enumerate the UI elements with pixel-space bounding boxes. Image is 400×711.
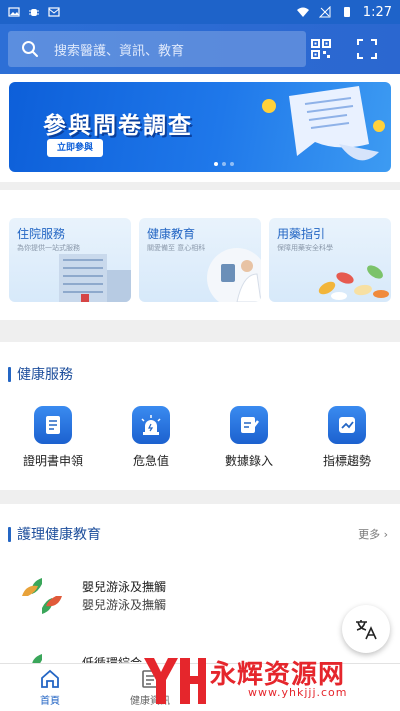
card-title: 用藥指引 [277, 227, 326, 241]
service-label: 數據錄入 [224, 454, 273, 468]
battery-icon [343, 7, 350, 17]
bug-notification-icon [29, 9, 39, 16]
card-title: 住院服務 [17, 227, 66, 241]
pager-dot [214, 162, 218, 166]
critical-value-button[interactable]: 危急值 [111, 406, 191, 469]
site-watermark: 永辉资源网 www.yhkjjj.com [140, 650, 400, 711]
status-time: 1:27 [362, 4, 392, 20]
service-label: 指標趨勢 [322, 454, 371, 468]
section-title-text: 健康服務 [17, 367, 73, 383]
section-marker [8, 366, 11, 382]
indicator-trend-button[interactable]: 指標趨勢 [307, 406, 387, 469]
survey-paper-illustration [262, 86, 385, 161]
service-label: 危急值 [132, 454, 169, 468]
banner-pager [214, 162, 234, 166]
home-icon [41, 669, 59, 688]
certificate-icon [34, 406, 72, 444]
pills-image [318, 265, 389, 300]
inpatient-service-card[interactable]: 住院服務 為你提供一站式服務 [9, 218, 131, 302]
chevron-right-icon: › [383, 528, 388, 541]
more-label: 更多 [358, 528, 381, 541]
medication-guide-card[interactable]: 用藥指引 保障用藥安全科學 [269, 218, 391, 302]
join-survey-button[interactable]: 立即參與 [47, 139, 104, 157]
wifi-icon [296, 7, 309, 17]
hospital-logo-icon [22, 578, 62, 614]
service-cards: 住院服務 為你提供一站式服務 健康教育 關愛備至 意心相科 用藥指引 保障用藥安… [0, 190, 400, 320]
card-title: 健康教育 [147, 227, 196, 241]
top-bar: 搜索醫護、資訊、教育 [0, 24, 400, 74]
section-title: 健康服務 [8, 364, 73, 384]
item-title: 嬰兒游泳及撫觸 [82, 580, 167, 594]
health-services-section: 健康服務 證明書申領 危急值 數據錄入 指標趨勢 [0, 342, 400, 490]
nursing-education-section: 護理健康教育 更多 › 嬰兒游泳及撫觸 嬰兒游泳及撫觸 低循環綜合 [0, 504, 400, 670]
search-input[interactable]: 搜索醫護、資訊、教育 [8, 31, 306, 67]
service-label: 證明書申領 [22, 454, 83, 468]
alarm-light-icon [132, 406, 170, 444]
banner-section: 參與問卷調查 立即參與 [0, 74, 400, 182]
tab-home[interactable]: 首頁 [10, 664, 90, 711]
pager-dot [230, 162, 234, 166]
health-education-card[interactable]: 健康教育 關愛備至 意心相科 [139, 218, 261, 302]
data-entry-button[interactable]: 數據錄入 [209, 406, 289, 469]
pager-dot [222, 162, 226, 166]
translate-button[interactable] [342, 605, 390, 653]
item-subtitle: 嬰兒游泳及撫觸 [82, 598, 167, 612]
translate-icon [356, 620, 377, 640]
section-title-text: 護理健康教育 [17, 527, 101, 543]
doctor-patient-image [207, 248, 261, 302]
tab-label: 首頁 [40, 696, 60, 707]
survey-banner[interactable]: 參與問卷調查 立即參與 [9, 82, 391, 172]
hospital-building-image [59, 254, 131, 302]
search-placeholder: 搜索醫護、資訊、教育 [54, 43, 185, 59]
mail-notification-icon [48, 7, 60, 17]
section-title: 護理健康教育 [8, 524, 101, 544]
qr-code-icon[interactable] [310, 38, 332, 60]
certificate-application-button[interactable]: 證明書申領 [13, 406, 93, 469]
more-link[interactable]: 更多 › [358, 526, 388, 542]
section-marker [8, 526, 11, 542]
status-bar: 1:27 [0, 0, 400, 24]
signal-off-icon [318, 6, 331, 18]
image-notification-icon [8, 7, 20, 17]
trend-chart-icon [328, 406, 366, 444]
banner-title: 參與問卷調查 [43, 113, 193, 139]
data-entry-icon [230, 406, 268, 444]
watermark-url: www.yhkjjj.com [248, 686, 348, 699]
watermark-logo [144, 658, 206, 704]
search-icon [22, 41, 38, 57]
scan-icon[interactable] [356, 38, 378, 60]
